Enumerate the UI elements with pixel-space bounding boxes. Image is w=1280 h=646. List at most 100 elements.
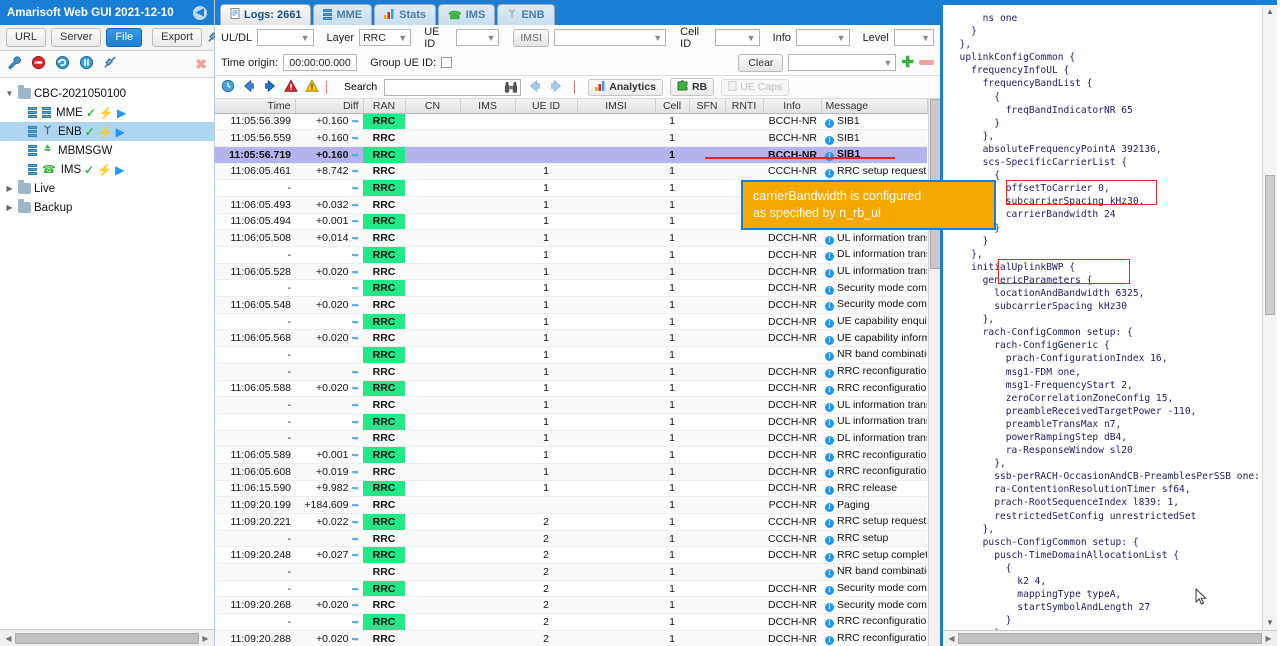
tab-stats[interactable]: Stats [374, 4, 437, 25]
chevron-right-icon[interactable] [4, 184, 15, 193]
table-row[interactable]: 11:06:15.590 +9.982 ➥ RRC 1 1 DCCH-NR i RRC rele… [215, 480, 927, 498]
binoculars-icon[interactable] [504, 81, 518, 97]
table-row[interactable]: - ➥ RRC 1 1 DCCH-NR i RRC reconfiguration [215, 363, 927, 381]
chevron-right-icon[interactable] [4, 203, 15, 212]
col-ue-id[interactable]: UE ID [515, 99, 578, 114]
ul-dl-select[interactable]: ▼ [257, 29, 314, 46]
imsi-button[interactable]: IMSI [513, 28, 549, 47]
ue-caps-button[interactable]: UE Caps [721, 78, 790, 96]
chevron-left-icon[interactable]: ◀ [193, 5, 207, 20]
wrench-icon[interactable] [7, 55, 22, 73]
scrollbar-thumb[interactable] [15, 632, 199, 644]
table-row[interactable]: 11:06:05.528 +0.020 ➥ RRC 1 1 DCCH-NR i UL infor… [215, 263, 927, 281]
ue-id-select[interactable]: ▼ [455, 29, 500, 46]
col-message[interactable]: Message [821, 99, 928, 114]
search-prev-icon[interactable] [528, 79, 542, 96]
tree-item-mbmsgw[interactable]: MBMSGW [0, 141, 214, 160]
tree-item-ims[interactable]: ☎ IMS ✓ ⚡ ▶ [0, 160, 214, 179]
plus-icon[interactable]: ✚ [901, 55, 914, 70]
tab-mme[interactable]: MME [313, 4, 373, 25]
table-row[interactable]: - ➥ RRC 2 1 DCCH-NRiSecurity mode command [215, 580, 927, 598]
tree-item-cbc[interactable]: CBC-2021050100 [0, 84, 214, 103]
play-icon[interactable]: ▶ [117, 106, 126, 120]
cell-id-select[interactable]: ▼ [714, 29, 760, 46]
table-row[interactable]: - RRC 1 1 iNR band combinations [215, 346, 927, 364]
col-diff[interactable]: Diff [295, 99, 364, 114]
clock-icon[interactable] [221, 79, 235, 96]
config-vertical-scrollbar[interactable]: ▲ ▼ [1262, 5, 1277, 630]
time-origin-input[interactable]: 00:00:00.000 [283, 54, 358, 71]
rb-button[interactable]: RB [669, 78, 715, 96]
col-ims[interactable]: IMS [460, 99, 516, 114]
search-input[interactable] [384, 78, 522, 97]
scroll-right-icon[interactable]: ▶ [199, 634, 212, 643]
chevron-down-icon[interactable] [4, 89, 15, 98]
clear-select[interactable]: ▼ [788, 54, 897, 71]
tree-item-enb[interactable]: ENB ✓ ⚡ ▶ [0, 122, 214, 141]
table-row[interactable]: - ➥ RRC 1 1 DCCH-NRiUL information transfer [215, 396, 927, 414]
table-row[interactable]: 11:05:56.399 +0.160 ➥ RRC 1 BCCH-NR i SIB1 [215, 113, 927, 131]
col-ran[interactable]: RAN [363, 99, 406, 114]
layer-select[interactable]: RRC ▼ [359, 29, 412, 46]
tab-ims[interactable]: ☎ IMS [438, 4, 496, 25]
table-row[interactable]: 11:06:05.548 +0.020 ➥ RRC 1 1 DCCH-NR i Security… [215, 296, 927, 314]
arrow-left-icon[interactable] [242, 79, 256, 96]
scroll-left-icon[interactable]: ◀ [945, 634, 958, 643]
table-row[interactable]: 11:06:05.461 +8.742 ➥ RRC 1 1 CCCH-NR i RRC setu… [215, 163, 927, 181]
config-horizontal-scrollbar[interactable]: ◀ ▶ [943, 630, 1277, 646]
tab-enb[interactable]: ENB [497, 4, 555, 25]
scroll-up-icon[interactable]: ▲ [1263, 5, 1277, 19]
col-rnti[interactable]: RNTI [725, 99, 764, 114]
tab-logs[interactable]: Logs: 2661 [220, 4, 312, 25]
play-icon[interactable]: ▶ [115, 163, 124, 177]
table-row[interactable]: 11:06:05.608 +0.019 ➥ RRC 1 1 DCCH-NR i RRC reco… [215, 463, 927, 481]
warning-icon[interactable] [305, 78, 319, 96]
table-row[interactable]: - ➥ RRC 2 1 CCCH-NR i RRC setup [215, 530, 927, 548]
minus-icon[interactable] [919, 60, 934, 65]
col-cn[interactable]: CN [405, 99, 461, 114]
table-row[interactable]: - RRC 2 1 iNR band combinations [215, 563, 927, 581]
scroll-down-icon[interactable]: ▼ [1263, 616, 1277, 630]
export-button[interactable]: Export [152, 28, 202, 47]
table-row[interactable]: - ➥ RRC 1 1 DCCH-NR i UE capability enquiry [215, 313, 927, 331]
plug-icon[interactable] [103, 55, 118, 73]
table-row[interactable]: - ➥ RRC 1 1 DCCH-NRiDL information transfer [215, 246, 927, 264]
file-button[interactable]: File [106, 28, 143, 47]
col-time[interactable]: Time [215, 99, 296, 114]
play-icon[interactable]: ▶ [116, 125, 125, 139]
search-next-icon[interactable] [549, 79, 563, 96]
table-row[interactable]: 11:05:56.559 +0.160 ➥ RRC 1 BCCH-NR i SIB1 [215, 129, 927, 147]
imsi-select[interactable]: ▼ [553, 29, 667, 46]
table-row[interactable]: - ➥ RRC 2 1 DCCH-NR i RRC reconfiguration [215, 613, 927, 631]
table-row[interactable]: 11:09:20.288 +0.020 ➥ RRC 2 1 DCCH-NR i RRC reco… [215, 630, 927, 646]
col-info[interactable]: Info [763, 99, 822, 114]
arrow-right-icon[interactable] [263, 79, 277, 96]
tree-item-backup[interactable]: Backup [0, 198, 214, 217]
scrollbar-thumb[interactable] [958, 633, 1262, 644]
tree-item-live[interactable]: Live [0, 179, 214, 198]
table-row[interactable]: - ➥ RRC 1 1 DCCH-NRiUL information transfer [215, 413, 927, 431]
group-ue-id-checkbox[interactable] [441, 57, 453, 68]
table-row[interactable]: - ➥ RRC 1 1 DCCH-NRiSecurity mode command [215, 279, 927, 298]
table-row[interactable]: - ➥ RRC 1 1 DCCH-NRiDL information transfer [215, 430, 927, 448]
scroll-right-icon[interactable]: ▶ [1262, 634, 1275, 643]
table-row[interactable]: 11:06:05.508 +0.014 ➥ RRC 1 1 DCCH-NR i UL infor… [215, 229, 927, 247]
table-row[interactable]: 11:09:20.221 +0.022 ➥ RRC 2 1 CCCH-NR i RRC setu… [215, 513, 927, 531]
scroll-left-icon[interactable]: ◀ [2, 634, 15, 643]
server-tree[interactable]: CBC-2021050100 MME ✓ ⚡ ▶ ENB ✓ ⚡ ▶ [0, 78, 214, 629]
stop-icon[interactable] [31, 55, 46, 73]
col-cell[interactable]: Cell [655, 99, 690, 114]
table-row[interactable]: 11:06:05.588 +0.020 ➥ RRC 1 1 DCCH-NR i RRC reco… [215, 380, 927, 398]
col-sfn[interactable]: SFN [689, 99, 726, 114]
scrollbar-thumb[interactable] [1265, 175, 1275, 315]
server-button[interactable]: Server [51, 28, 102, 47]
table-row[interactable]: 11:09:20.268 +0.020 ➥ RRC 2 1 DCCH-NR i Security… [215, 596, 927, 615]
table-row[interactable]: 11:09:20.248 +0.027 ➥ RRC 2 1 DCCH-NR i RRC setu… [215, 546, 927, 565]
table-row[interactable]: 11:06:05.589 +0.001 ➥ RRC 1 1 DCCH-NR i RRC reco… [215, 446, 927, 464]
table-row[interactable]: 11:05:56.719+0.160➥RRC 1 BCCH-NRiSIB1 [215, 146, 927, 164]
error-icon[interactable] [284, 78, 298, 96]
tree-item-mme[interactable]: MME ✓ ⚡ ▶ [0, 103, 214, 122]
table-row[interactable]: 11:09:20.199 +184.609 ➥ RRC 1 PCCH-NR i Paging [215, 496, 927, 514]
config-text[interactable]: ns one } }, uplinkConfigCommon { frequen… [943, 5, 1277, 630]
clear-button[interactable]: Clear [738, 53, 784, 72]
